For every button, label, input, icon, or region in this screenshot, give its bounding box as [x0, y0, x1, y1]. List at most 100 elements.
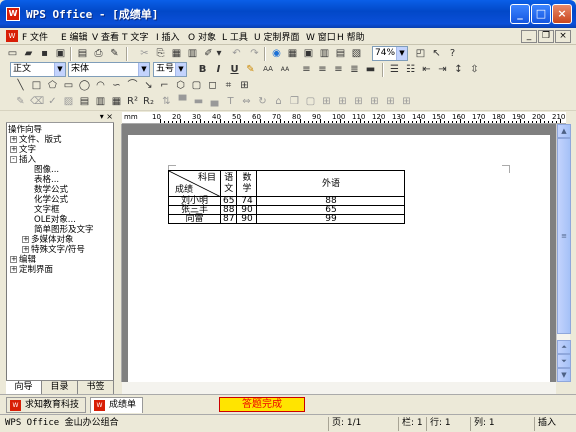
- font-size-select[interactable]: 五号 ▼: [153, 62, 187, 77]
- menu-view[interactable]: V 查看: [92, 30, 119, 43]
- superscript-icon[interactable]: R²: [126, 95, 139, 108]
- student-name[interactable]: 向雷: [168, 214, 221, 224]
- select-pointer-icon[interactable]: ↖: [430, 47, 443, 60]
- rectangle-tool-icon[interactable]: □: [30, 79, 43, 92]
- score-math[interactable]: 90: [236, 214, 258, 224]
- menu-insert[interactable]: I 插入: [156, 30, 180, 43]
- save-as-icon[interactable]: ▣: [54, 47, 67, 60]
- horizontal-scrollbar[interactable]: [122, 382, 556, 394]
- header-math[interactable]: 数学: [236, 170, 258, 197]
- new-icon[interactable]: ▭: [6, 47, 19, 60]
- frame-tool-icon[interactable]: ▢: [190, 79, 203, 92]
- menu-text[interactable]: T 文字: [122, 30, 148, 43]
- format-painter-icon[interactable]: ✐: [202, 47, 215, 60]
- grade-table[interactable]: 科目 成绩 语文 数学 外语 刘小明 65 74 88 张三丰 88 90 65…: [168, 170, 406, 224]
- expand-icon[interactable]: +: [22, 236, 29, 243]
- vertical-scrollbar[interactable]: ▲ ≡ ⏶ ⏷ ▼: [556, 124, 571, 382]
- insert-table-icon[interactable]: ▤: [334, 47, 347, 60]
- numbering-icon[interactable]: ☷: [404, 63, 417, 76]
- polyline-tool-icon[interactable]: ⌐: [158, 79, 171, 92]
- shrink-font-button[interactable]: AA: [278, 63, 292, 76]
- menu-help[interactable]: H 帮助: [337, 30, 365, 43]
- insert-frame-icon[interactable]: ▣: [302, 47, 315, 60]
- menu-tools[interactable]: L 工具: [222, 30, 248, 43]
- align-right-icon[interactable]: ≡: [332, 63, 345, 76]
- chevron-down-icon[interactable]: ▼: [54, 63, 65, 76]
- score-chinese[interactable]: 87: [219, 214, 238, 224]
- align-bottom-icon[interactable]: ▄: [208, 95, 221, 108]
- style-select[interactable]: 正文 ▼: [10, 62, 66, 77]
- expand-icon[interactable]: +: [22, 246, 29, 253]
- group-icon[interactable]: ❒: [288, 95, 301, 108]
- menu-object[interactable]: O 对象: [188, 30, 216, 43]
- header-chinese[interactable]: 语文: [219, 170, 238, 197]
- expand-icon[interactable]: +: [10, 146, 17, 153]
- border-all-icon[interactable]: ⊞: [320, 95, 333, 108]
- menu-edit[interactable]: E 编辑: [61, 30, 88, 43]
- rounded-rect-tool-icon[interactable]: ▭: [62, 79, 75, 92]
- align-middle-icon[interactable]: ▬: [192, 95, 205, 108]
- page-up-icon[interactable]: ⏶: [557, 340, 571, 354]
- align-left-icon[interactable]: ≡: [300, 63, 313, 76]
- doc-tab-qiuzhi[interactable]: W 求知教育科技: [6, 397, 87, 413]
- border-outside-icon[interactable]: ⊞: [352, 95, 365, 108]
- panel-close-icon[interactable]: ▾ ×: [100, 112, 113, 121]
- scroll-thumb[interactable]: ≡: [557, 138, 571, 334]
- page-down-icon[interactable]: ⏷: [557, 354, 571, 368]
- copy-icon[interactable]: ⎘: [154, 47, 167, 60]
- doc-minimize-button[interactable]: _: [521, 30, 537, 43]
- curve-tool-icon[interactable]: ∽: [110, 79, 123, 92]
- highlight-icon[interactable]: ✎: [244, 63, 257, 76]
- expand-icon[interactable]: +: [10, 136, 17, 143]
- eraser-icon[interactable]: ⌫: [30, 95, 44, 108]
- border-vertical-icon[interactable]: ⊞: [384, 95, 397, 108]
- wps-app-icon[interactable]: W: [6, 7, 20, 21]
- shading-icon[interactable]: ▨: [62, 95, 75, 108]
- undo-icon[interactable]: ↶: [230, 47, 243, 60]
- cube-tool-icon[interactable]: ⬡: [174, 79, 187, 92]
- merge-cells-icon[interactable]: ▤: [78, 95, 91, 108]
- find-icon[interactable]: ◰: [414, 47, 427, 60]
- grid-tool-icon[interactable]: ⊞: [238, 79, 251, 92]
- justify-icon[interactable]: ≣: [348, 63, 361, 76]
- nav-tree-item[interactable]: - 插入: [10, 153, 36, 165]
- print-icon[interactable]: ⎙: [92, 47, 105, 60]
- line-tool-icon[interactable]: ╲: [14, 79, 27, 92]
- paragraph-spacing-icon[interactable]: ⇳: [468, 63, 481, 76]
- italic-button[interactable]: I: [212, 63, 225, 76]
- doc-close-button[interactable]: ×: [555, 30, 571, 43]
- ellipse-tool-icon[interactable]: ◯: [78, 79, 91, 92]
- columns-icon[interactable]: ▥: [318, 47, 331, 60]
- close-button[interactable]: ×: [552, 4, 572, 24]
- save-icon[interactable]: ▪: [38, 47, 51, 60]
- increase-indent-icon[interactable]: ⇥: [436, 63, 449, 76]
- subscript-icon[interactable]: R₂: [142, 95, 155, 108]
- menu-customize[interactable]: U 定制界面: [254, 30, 299, 43]
- minimize-button[interactable]: _: [510, 4, 530, 24]
- callout-tool-icon[interactable]: ◻: [206, 79, 219, 92]
- line-spacing-icon[interactable]: ↕: [452, 63, 465, 76]
- rotate-icon[interactable]: ↻: [256, 95, 269, 108]
- freeform-tool-icon[interactable]: ⌒: [126, 79, 139, 92]
- bullets-icon[interactable]: ☰: [388, 63, 401, 76]
- text-direction-icon[interactable]: T: [224, 95, 237, 108]
- line-style-icon[interactable]: ✓: [46, 95, 59, 108]
- paste-icon[interactable]: ▦: [170, 47, 183, 60]
- grow-font-button[interactable]: AA: [260, 63, 276, 76]
- spellcheck-icon[interactable]: ✎: [108, 47, 121, 60]
- chevron-down-icon[interactable]: ▼: [396, 47, 407, 60]
- hyperlink-icon[interactable]: ◉: [270, 47, 283, 60]
- underline-button[interactable]: U: [228, 63, 241, 76]
- autofit-icon[interactable]: ⇔: [240, 95, 253, 108]
- border-none-icon[interactable]: ⊞: [400, 95, 413, 108]
- split-cells-icon[interactable]: ▥: [94, 95, 107, 108]
- score-english[interactable]: 99: [256, 214, 406, 224]
- border-inside-icon[interactable]: ⊞: [336, 95, 349, 108]
- border-icon[interactable]: ▢: [304, 95, 317, 108]
- tab-wizard[interactable]: 向导: [6, 381, 42, 395]
- sort-icon[interactable]: ⇅: [160, 95, 173, 108]
- maximize-button[interactable]: □: [531, 4, 551, 24]
- border-horizontal-icon[interactable]: ⊞: [368, 95, 381, 108]
- doc-restore-button[interactable]: ❐: [538, 30, 554, 43]
- print-preview-icon[interactable]: ▤: [76, 47, 89, 60]
